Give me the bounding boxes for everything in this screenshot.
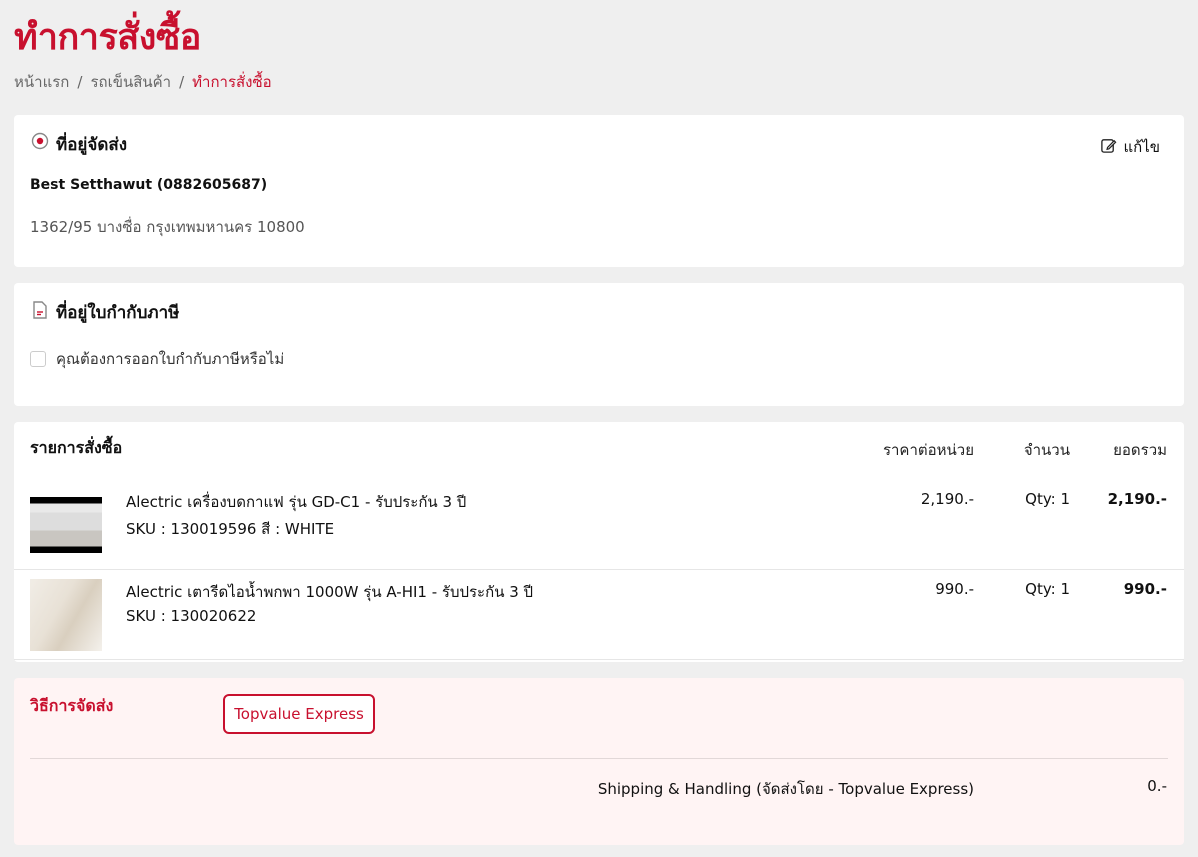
edit-label: แก้ไข <box>1123 138 1160 156</box>
line-total: 990.- <box>1123 580 1167 598</box>
location-pin-icon <box>30 132 50 157</box>
product-name[interactable]: Alectric เครื่องบดกาแฟ รุ่น GD-C1 - รับป… <box>126 490 466 514</box>
shipping-option-topvalue-express[interactable]: Topvalue Express <box>223 694 375 734</box>
order-list-title: รายการสั่งซื้อ <box>30 438 123 457</box>
column-unit-price: ราคาต่อหน่วย <box>882 441 974 459</box>
shipping-address-card: ที่อยู่จัดส่ง แก้ไข Best Setthawut (0882… <box>14 115 1184 267</box>
breadcrumb-cart[interactable]: รถเข็นสินค้า <box>90 70 171 94</box>
product-name[interactable]: Alectric เตารีดไอน้ำพกพา 1000W รุ่น A-HI… <box>126 580 533 604</box>
edit-address-button[interactable]: แก้ไข <box>1100 135 1160 159</box>
tax-invoice-header: ที่อยู่ใบกำกับภาษี <box>30 299 179 326</box>
shipping-address-header: ที่อยู่จัดส่ง <box>30 131 127 158</box>
shipping-fee-label: Shipping & Handling (จัดส่งโดย - Topvalu… <box>597 780 974 798</box>
quantity: Qty: 1 <box>1025 580 1070 598</box>
breadcrumb-current: ทำการสั่งซื้อ <box>192 73 272 91</box>
line-total: 2,190.- <box>1107 490 1167 508</box>
product-sku: SKU : 130020622 <box>126 607 257 625</box>
unit-price: 2,190.- <box>920 490 974 508</box>
order-item-row: Alectric เครื่องบดกาแฟ รุ่น GD-C1 - รับป… <box>14 480 1184 570</box>
breadcrumb-separator: / <box>77 73 83 91</box>
breadcrumb: หน้าแรก / รถเข็นสินค้า / ทำการสั่งซื้อ <box>14 70 272 94</box>
order-list-card: รายการสั่งซื้อ ราคาต่อหน่วย จำนวน ยอดรวม… <box>14 422 1184 662</box>
product-image-steam-iron <box>30 579 102 651</box>
address-line: 1362/95 บางซื่อ กรุงเทพมหานคร 10800 <box>30 218 305 236</box>
shipping-method-label: วิธีการจัดส่ง <box>30 696 114 715</box>
column-quantity: จำนวน <box>1023 441 1070 459</box>
quantity: Qty: 1 <box>1025 490 1070 508</box>
tax-invoice-checkbox-label: คุณต้องการออกใบกำกับภาษีหรือไม่ <box>56 350 285 368</box>
tax-invoice-card: ที่อยู่ใบกำกับภาษี คุณต้องการออกใบกำกับภ… <box>14 283 1184 406</box>
divider <box>30 758 1168 759</box>
shipping-fee-value: 0.- <box>1147 777 1167 795</box>
document-icon <box>30 300 50 325</box>
column-total: ยอดรวม <box>1113 441 1167 459</box>
recipient-name: Best Setthawut (0882605687) <box>30 177 268 193</box>
edit-icon <box>1100 137 1117 158</box>
tax-invoice-title: ที่อยู่ใบกำกับภาษี <box>56 303 180 323</box>
order-item-row: Alectric เตารีดไอน้ำพกพา 1000W รุ่น A-HI… <box>14 570 1184 660</box>
unit-price: 990.- <box>935 580 974 598</box>
shipping-address-title: ที่อยู่จัดส่ง <box>56 135 128 155</box>
page-title: ทำการสั่งซื้อ <box>14 17 201 58</box>
breadcrumb-home[interactable]: หน้าแรก <box>14 70 69 94</box>
tax-invoice-checkbox[interactable] <box>30 351 46 367</box>
shipping-method-card: วิธีการจัดส่ง Topvalue Express Shipping … <box>14 678 1184 845</box>
product-image-coffee-grinder <box>30 497 102 553</box>
tax-invoice-checkbox-row[interactable]: คุณต้องการออกใบกำกับภาษีหรือไม่ <box>30 347 284 371</box>
product-sku: SKU : 130019596 สี : WHITE <box>126 520 335 538</box>
breadcrumb-separator: / <box>179 73 185 91</box>
